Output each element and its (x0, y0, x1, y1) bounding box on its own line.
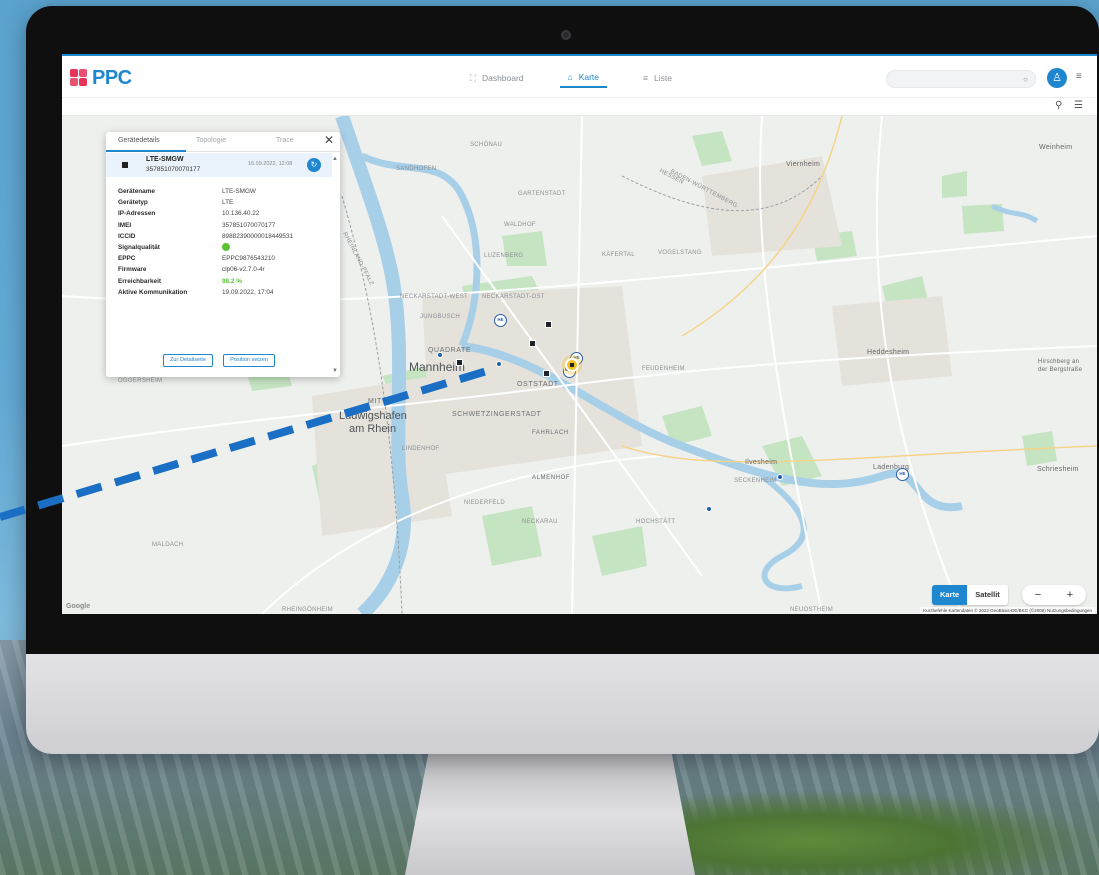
connection-line-overlay (0, 364, 499, 521)
